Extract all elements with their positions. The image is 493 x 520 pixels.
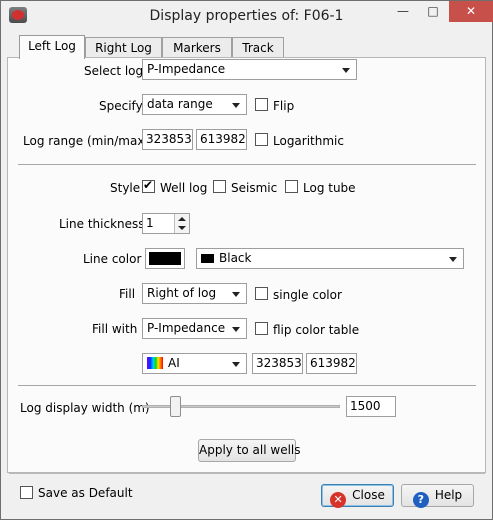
line-color-value: Black xyxy=(219,251,252,265)
log-display-width-label: Log display width (m) xyxy=(20,401,150,415)
chevron-down-icon xyxy=(342,68,350,73)
seismic-label: Seismic xyxy=(231,181,278,195)
save-as-default-label: Save as Default xyxy=(38,486,133,500)
footer-divider xyxy=(9,473,485,474)
log-display-width-slider-thumb[interactable] xyxy=(170,396,181,417)
log-range-min-input[interactable]: 3238530 xyxy=(142,129,193,150)
spinner-arrows[interactable] xyxy=(174,214,189,233)
tab-track[interactable]: Track xyxy=(232,37,284,58)
chevron-down-icon xyxy=(232,362,240,367)
single-color-checkbox[interactable] xyxy=(255,287,268,300)
tab-markers[interactable]: Markers xyxy=(162,37,232,58)
fill-with-dropdown[interactable]: P-Impedance xyxy=(142,318,247,339)
fill-range-max-input[interactable]: 6139820 xyxy=(306,353,357,374)
single-color-label: single color xyxy=(273,288,342,302)
log-range-max-input[interactable]: 6139820 xyxy=(196,129,247,150)
flip-color-table-label: flip color table xyxy=(273,323,360,337)
logarithmic-label: Logarithmic xyxy=(273,134,344,148)
title-bar[interactable]: Display properties of: F06-1 — □ ✕ xyxy=(1,1,493,31)
minimize-button[interactable]: — xyxy=(389,1,417,22)
line-color-label: Line color xyxy=(83,252,142,266)
style-label: Style xyxy=(110,181,141,195)
line-thickness-value: 1 xyxy=(146,216,154,230)
save-as-default-checkbox[interactable] xyxy=(20,486,33,499)
fill-value: Right of log xyxy=(147,286,217,300)
close-button-label: Close xyxy=(352,488,385,502)
fill-with-label: Fill with xyxy=(92,322,138,336)
chevron-down-icon xyxy=(232,103,240,108)
line-color-swatch[interactable] xyxy=(145,248,185,269)
log-display-width-input[interactable]: 1500 xyxy=(346,396,396,417)
line-color-dropdown[interactable]: Black xyxy=(196,248,464,269)
help-button-label: Help xyxy=(434,488,463,502)
color-square-icon xyxy=(201,254,214,263)
well-log-label: Well log xyxy=(160,181,208,195)
divider xyxy=(18,164,476,165)
dialog-window: Display properties of: F06-1 — □ ✕ Left … xyxy=(0,0,493,520)
specify-value: data range xyxy=(147,97,213,111)
select-log-label: Select log xyxy=(84,64,144,78)
help-button[interactable]: ? Help xyxy=(401,484,474,508)
chevron-down-icon xyxy=(232,292,240,297)
specify-dropdown[interactable]: data range xyxy=(142,94,247,115)
color-table-value: AI xyxy=(168,356,180,370)
seismic-checkbox[interactable] xyxy=(213,180,226,193)
tab-right-log[interactable]: Right Log xyxy=(85,37,162,58)
chevron-down-icon xyxy=(449,257,457,262)
help-icon: ? xyxy=(412,492,429,508)
tab-left-log[interactable]: Left Log xyxy=(19,35,85,59)
select-log-dropdown[interactable]: P-Impedance xyxy=(142,59,357,80)
spin-up-icon[interactable] xyxy=(178,217,186,221)
select-log-value: P-Impedance xyxy=(147,62,226,76)
fill-range-min-input[interactable]: 3238530 xyxy=(252,353,303,374)
flip-checkbox[interactable] xyxy=(255,98,268,111)
fill-label: Fill xyxy=(119,287,136,301)
left-log-panel: Select log P-Impedance Specify data rang… xyxy=(7,57,486,473)
spin-down-icon[interactable] xyxy=(178,226,186,230)
line-thickness-label: Line thickness xyxy=(59,217,145,231)
specify-label: Specify xyxy=(99,99,143,113)
fill-dropdown[interactable]: Right of log xyxy=(142,283,247,304)
close-button[interactable]: ✕ Close xyxy=(321,484,394,508)
close-circle-icon: ✕ xyxy=(330,492,347,508)
log-range-label: Log range (min/max) xyxy=(23,134,150,148)
line-thickness-spinner[interactable]: 1 xyxy=(142,213,190,234)
maximize-button[interactable]: □ xyxy=(419,1,447,22)
chevron-down-icon xyxy=(232,327,240,332)
flip-label: Flip xyxy=(273,99,295,113)
fill-with-value: P-Impedance xyxy=(147,321,226,335)
logarithmic-checkbox[interactable] xyxy=(255,133,268,146)
window-close-button[interactable]: ✕ xyxy=(449,1,493,22)
log-tube-label: Log tube xyxy=(303,181,356,195)
flip-color-table-checkbox[interactable] xyxy=(255,322,268,335)
divider xyxy=(18,385,476,386)
apply-to-all-wells-button[interactable]: Apply to all wells xyxy=(198,439,301,462)
log-tube-checkbox[interactable] xyxy=(285,180,298,193)
well-log-checkbox[interactable] xyxy=(142,178,155,193)
color-table-icon xyxy=(147,357,163,369)
color-table-dropdown[interactable]: AI xyxy=(142,353,247,374)
